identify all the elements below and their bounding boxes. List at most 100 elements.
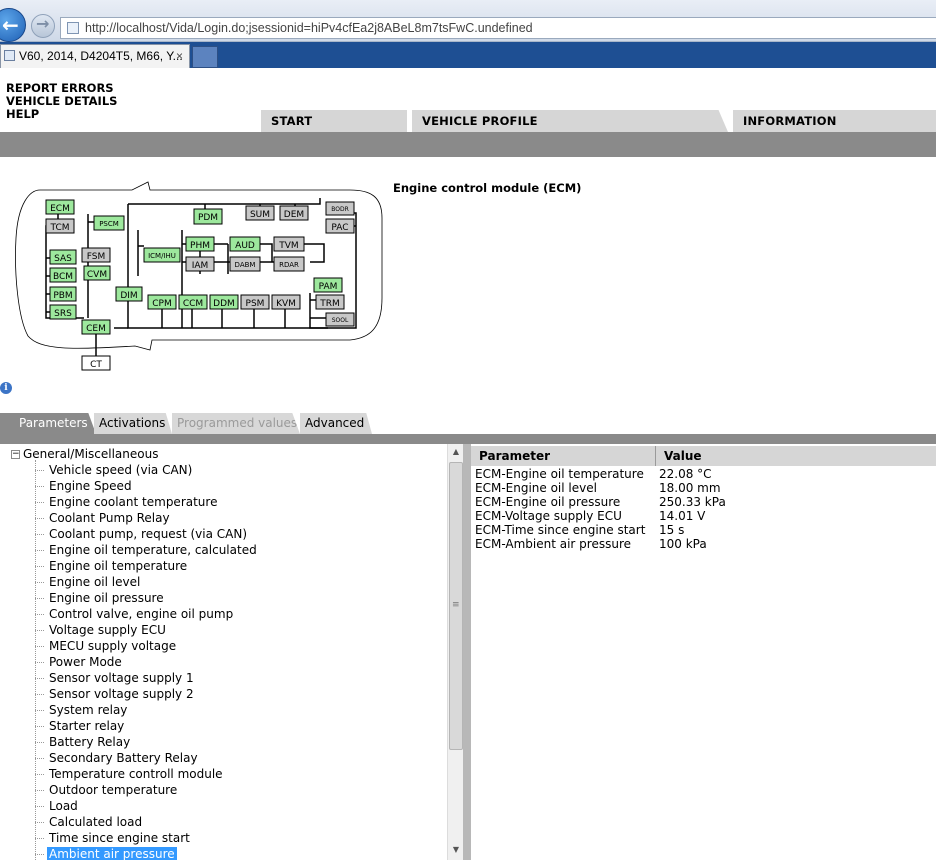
module-label-ddm: DDM — [213, 299, 235, 309]
module-label-dabm: DABM — [235, 261, 256, 269]
header-divider[interactable] — [655, 446, 656, 466]
tree-item[interactable]: Engine oil pressure — [35, 590, 259, 606]
tree-item-label: Calculated load — [49, 815, 143, 829]
tree-item-label: Control valve, engine oil pump — [49, 607, 234, 621]
tree-item[interactable]: Power Mode — [35, 654, 259, 670]
tab-activations[interactable]: Activations — [94, 413, 172, 434]
tree-item[interactable]: Sensor voltage supply 2 — [35, 686, 259, 702]
tree-item-label: System relay — [49, 703, 128, 717]
cell-value: 18.00 mm — [659, 481, 721, 495]
header-parameter[interactable]: Parameter — [479, 446, 550, 466]
module-title: Engine control module (ECM) — [393, 181, 582, 195]
tab-information[interactable]: INFORMATION — [733, 110, 936, 132]
tree-item[interactable]: Secondary Battery Relay — [35, 750, 259, 766]
tree-item[interactable]: Engine coolant temperature — [35, 494, 259, 510]
tree-item[interactable]: Engine oil level — [35, 574, 259, 590]
pane-divider[interactable] — [463, 444, 471, 860]
table-row[interactable]: ECM-Engine oil temperature 22.08 °C — [471, 467, 936, 481]
tab-parameters[interactable]: Parameters — [0, 413, 96, 434]
tree-item-label: Engine oil temperature, calculated — [49, 543, 257, 557]
tree-item-label: MECU supply voltage — [49, 639, 177, 653]
browser-tab-strip: V60, 2014, D4204T5, M66, Y... × — [0, 42, 936, 68]
tree-item[interactable]: MECU supply voltage — [35, 638, 259, 654]
tree-item[interactable]: Load — [35, 798, 259, 814]
scroll-up-icon[interactable]: ▲ — [448, 444, 463, 460]
tree-item[interactable]: Ambient air pressure — [35, 846, 259, 860]
tree-root[interactable]: − General/Miscellaneous — [11, 446, 158, 462]
tree-item[interactable]: Calculated load — [35, 814, 259, 830]
tree-item-label: Voltage supply ECU — [49, 623, 166, 637]
tab-programmed-values[interactable]: Programmed values — [172, 413, 300, 434]
module-label-pscm: PSCM — [99, 220, 119, 228]
module-label-pac: PAC — [331, 223, 348, 233]
table-row[interactable]: ECM-Ambient air pressure 100 kPa — [471, 537, 936, 551]
close-tab-icon[interactable]: × — [176, 45, 183, 67]
back-button[interactable]: ← — [0, 8, 26, 42]
tree-item-label: Engine oil temperature — [49, 559, 188, 573]
menu-help[interactable]: HELP — [6, 108, 117, 121]
tree-item[interactable]: Coolant Pump Relay — [35, 510, 259, 526]
tree-item[interactable]: Outdoor temperature — [35, 782, 259, 798]
browser-tab-title: V60, 2014, D4204T5, M66, Y... — [19, 49, 183, 63]
module-label-sum: SUM — [250, 210, 270, 220]
tab-advanced[interactable]: Advanced — [300, 413, 372, 434]
scroll-grip-icon: ≡ — [452, 600, 460, 610]
forward-button[interactable]: → — [31, 14, 55, 38]
tree-item[interactable]: Temperature controll module — [35, 766, 259, 782]
tree-item[interactable]: System relay — [35, 702, 259, 718]
tree-items: Vehicle speed (via CAN) Engine Speed Engin… — [35, 462, 259, 860]
tree-item-label: Secondary Battery Relay — [49, 751, 198, 765]
header-value[interactable]: Value — [664, 446, 702, 466]
tree-item-label: Sensor voltage supply 2 — [49, 687, 194, 701]
tree-item[interactable]: Time since engine start — [35, 830, 259, 846]
module-label-kvm: KVM — [276, 299, 296, 309]
tree-item[interactable]: Control valve, engine oil pump — [35, 606, 259, 622]
tree-item[interactable]: Engine Speed — [35, 478, 259, 494]
table-row[interactable]: ECM-Engine oil pressure 250.33 kPa — [471, 495, 936, 509]
scroll-down-icon[interactable]: ▼ — [448, 842, 463, 858]
tree-item[interactable]: Sensor voltage supply 1 — [35, 670, 259, 686]
tree-item[interactable]: Voltage supply ECU — [35, 622, 259, 638]
cell-parameter: ECM-Time since engine start — [475, 523, 646, 537]
tree-item[interactable]: Vehicle speed (via CAN) — [35, 462, 259, 478]
browser-tab[interactable]: V60, 2014, D4204T5, M66, Y... × — [0, 44, 190, 68]
tree-item[interactable]: Coolant pump, request (via CAN) — [35, 526, 259, 542]
module-label-cvm: CVM — [87, 270, 107, 280]
vehicle-network-diagram: ECM TCM PSCM PDM SUM DEM BODR PAC SAS FS… — [15, 181, 383, 371]
values-table-header: Parameter Value — [471, 446, 936, 466]
address-url: http://localhost/Vida/Login.do;jsessioni… — [85, 21, 533, 35]
tree-item[interactable]: Battery Relay — [35, 734, 259, 750]
top-left-menu: REPORT ERRORS VEHICLE DETAILS HELP — [6, 82, 117, 121]
table-row[interactable]: ECM-Voltage supply ECU 14.01 V — [471, 509, 936, 523]
tree-item[interactable]: Engine oil temperature — [35, 558, 259, 574]
table-row[interactable]: ECM-Time since engine start 15 s — [471, 523, 936, 537]
module-label-bcm: BCM — [53, 272, 73, 282]
module-label-psm: PSM — [246, 299, 265, 309]
tree-item-label: Ambient air pressure — [47, 847, 177, 860]
module-label-bodr: BODR — [331, 206, 349, 213]
tab-start[interactable]: START — [261, 110, 407, 132]
tree-scrollbar[interactable]: ▲ ≡ ▼ — [447, 444, 463, 860]
tree-item[interactable]: Engine oil temperature, calculated — [35, 542, 259, 558]
tab-vehicle-profile[interactable]: VEHICLE PROFILE — [412, 110, 728, 132]
sub-tab-bar — [0, 434, 936, 444]
module-label-icmihu: ICM/IHU — [148, 252, 176, 260]
cell-value: 15 s — [659, 523, 685, 537]
new-tab-button[interactable] — [192, 46, 218, 68]
scroll-thumb[interactable]: ≡ — [449, 462, 463, 750]
tree-item-label: Coolant pump, request (via CAN) — [49, 527, 247, 541]
module-label-sas: SAS — [54, 254, 72, 264]
tab-content-bar — [0, 132, 936, 157]
tree-item-label: Engine oil level — [49, 575, 141, 589]
tree-item[interactable]: Starter relay — [35, 718, 259, 734]
cell-parameter: ECM-Engine oil temperature — [475, 467, 644, 481]
collapse-icon[interactable]: − — [11, 450, 20, 459]
module-label-ecm: ECM — [50, 204, 70, 214]
module-label-cem: CEM — [86, 324, 106, 334]
address-bar[interactable]: http://localhost/Vida/Login.do;jsessioni… — [60, 17, 936, 39]
table-row[interactable]: ECM-Engine oil level 18.00 mm — [471, 481, 936, 495]
values-table: Parameter Value ECM-Engine oil temperatu… — [471, 444, 936, 860]
forward-arrow-icon: → — [36, 14, 50, 33]
info-icon[interactable]: i — [0, 382, 12, 394]
module-label-ct: CT — [90, 360, 102, 370]
